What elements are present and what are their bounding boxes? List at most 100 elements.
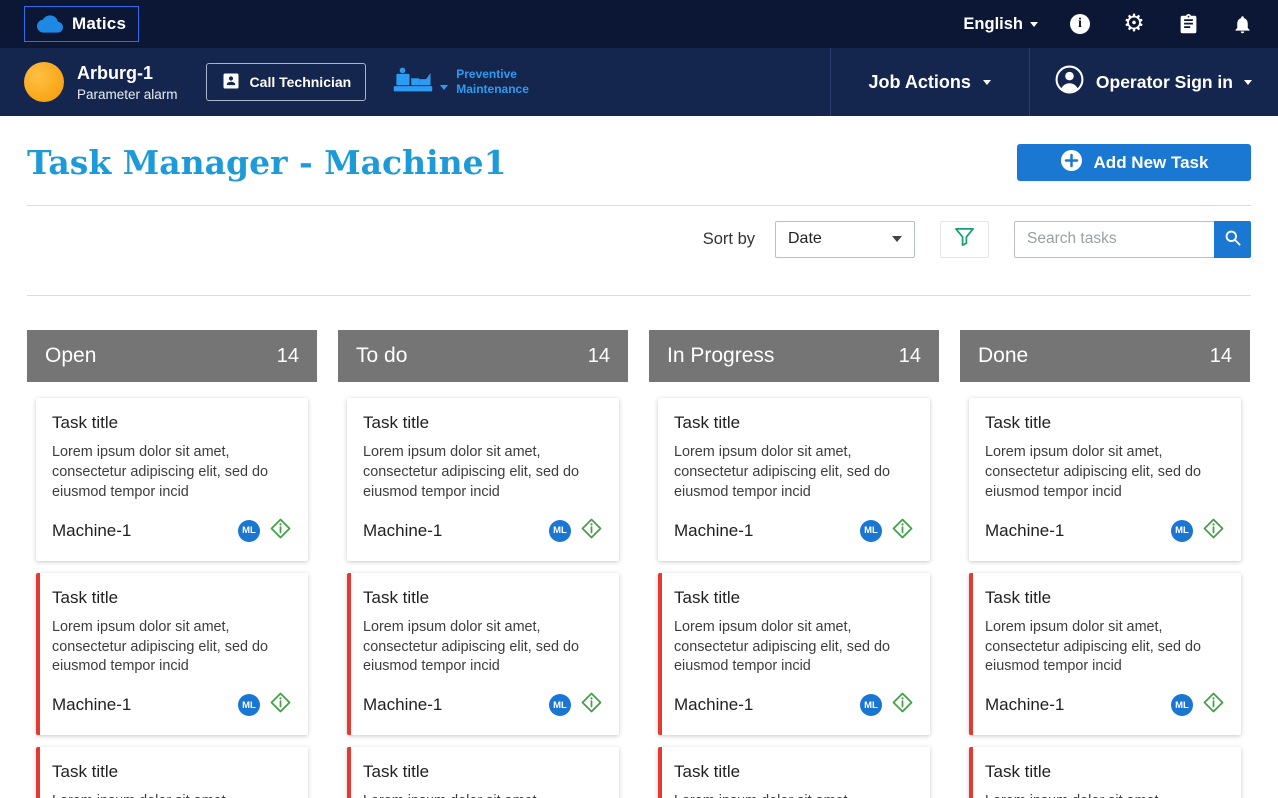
- diamond-info-icon[interactable]: [580, 517, 603, 545]
- column-header: Done 14: [960, 330, 1250, 382]
- task-card[interactable]: Task title Lorem ipsum dolor sit amet, c…: [36, 572, 308, 736]
- chevron-down-icon: [1030, 21, 1038, 27]
- add-new-task-button[interactable]: Add New Task: [1017, 144, 1251, 181]
- task-card[interactable]: Task title Lorem ipsum dolor sit amet, c…: [658, 572, 930, 736]
- task-title: Task title: [674, 413, 741, 432]
- task-machine: Machine-1: [52, 520, 132, 540]
- column-header: In Progress 14: [649, 330, 939, 382]
- task-machine: Machine-1: [985, 520, 1065, 540]
- task-description: Lorem ipsum dolor sit amet, consectetur …: [52, 618, 268, 675]
- sort-select[interactable]: Date: [775, 220, 915, 258]
- diamond-info-icon[interactable]: [891, 691, 914, 719]
- ml-badge: ML: [1171, 694, 1193, 717]
- preventive-maintenance-menu[interactable]: Preventive Maintenance: [392, 66, 548, 99]
- ml-badge: ML: [549, 694, 571, 717]
- task-description: Lorem ipsum dolor sit amet, consectetur …: [985, 792, 1225, 798]
- task-title: Task title: [52, 587, 119, 607]
- tasks-icon[interactable]: [1176, 12, 1200, 36]
- diamond-info-icon[interactable]: [891, 517, 914, 545]
- kanban-column: To do 14 Task title Lorem ipsum dolor si…: [338, 330, 628, 798]
- divider: [27, 295, 1251, 296]
- call-technician-label: Call Technician: [249, 74, 352, 90]
- task-title: Task title: [363, 762, 430, 782]
- cloud-icon: [37, 15, 63, 33]
- column-title: Open: [45, 344, 97, 367]
- task-card[interactable]: Task title Lorem ipsum dolor sit amet, c…: [658, 747, 930, 798]
- language-label: English: [963, 14, 1023, 33]
- column-count: 14: [587, 344, 610, 367]
- column-count: 14: [1209, 344, 1232, 367]
- task-machine: Machine-1: [363, 695, 443, 715]
- task-card[interactable]: Task title Lorem ipsum dolor sit amet, c…: [658, 398, 930, 561]
- ml-badge: ML: [1171, 519, 1193, 542]
- task-card[interactable]: Task title Lorem ipsum dolor sit amet, c…: [347, 398, 619, 561]
- task-title: Task title: [674, 762, 741, 782]
- search-button[interactable]: [1214, 220, 1251, 258]
- sort-select-value: Date: [788, 230, 822, 247]
- operator-icon: [1054, 64, 1085, 100]
- task-description: Lorem ipsum dolor sit amet, consectetur …: [985, 444, 1201, 500]
- job-actions-label: Job Actions: [868, 71, 971, 92]
- call-technician-button[interactable]: Call Technician: [205, 63, 367, 101]
- job-actions-menu[interactable]: Job Actions: [829, 48, 1030, 116]
- language-selector[interactable]: English: [963, 15, 1038, 34]
- task-description: Lorem ipsum dolor sit amet, consectetur …: [363, 618, 579, 675]
- operator-sign-in-label: Operator Sign in: [1095, 71, 1233, 92]
- task-title: Task title: [52, 762, 119, 782]
- filter-button[interactable]: [940, 220, 989, 258]
- funnel-icon: [953, 225, 976, 253]
- info-icon[interactable]: [1068, 12, 1092, 36]
- task-title: Task title: [363, 587, 430, 607]
- task-card[interactable]: Task title Lorem ipsum dolor sit amet, c…: [36, 747, 308, 798]
- plus-circle-icon: [1060, 149, 1083, 177]
- task-title: Task title: [674, 587, 741, 607]
- task-card[interactable]: Task title Lorem ipsum dolor sit amet, c…: [969, 747, 1241, 798]
- task-title: Task title: [985, 587, 1052, 607]
- task-card[interactable]: Task title Lorem ipsum dolor sit amet, c…: [347, 572, 619, 736]
- machine-status-avatar: [24, 62, 64, 102]
- ml-badge: ML: [860, 519, 882, 542]
- task-card[interactable]: Task title Lorem ipsum dolor sit amet, c…: [969, 398, 1241, 561]
- chevron-down-icon: [1244, 79, 1252, 85]
- task-card[interactable]: Task title Lorem ipsum dolor sit amet, c…: [969, 572, 1241, 736]
- machine-status: Parameter alarm: [77, 86, 178, 102]
- diamond-info-icon[interactable]: [1202, 517, 1225, 545]
- search-input[interactable]: [1014, 220, 1214, 258]
- task-card[interactable]: Task title Lorem ipsum dolor sit amet, c…: [36, 398, 308, 561]
- ml-badge: ML: [860, 694, 882, 717]
- column-count: 14: [276, 344, 299, 367]
- ml-badge: ML: [238, 519, 260, 542]
- column-body: Task title Lorem ipsum dolor sit amet, c…: [338, 382, 628, 798]
- diamond-info-icon[interactable]: [269, 517, 292, 545]
- machine-name: Arburg-1: [77, 62, 153, 83]
- technician-badge-icon: [221, 71, 241, 94]
- task-description: Lorem ipsum dolor sit amet, consectetur …: [52, 792, 292, 798]
- task-machine: Machine-1: [985, 695, 1065, 715]
- preventive-maintenance-label: Preventive Maintenance: [456, 67, 529, 96]
- task-card[interactable]: Task title Lorem ipsum dolor sit amet, c…: [347, 747, 619, 798]
- column-header: To do 14: [338, 330, 628, 382]
- task-title: Task title: [985, 413, 1052, 432]
- diamond-info-icon[interactable]: [580, 691, 603, 719]
- chevron-down-icon: [892, 236, 902, 242]
- task-title: Task title: [363, 413, 430, 432]
- diamond-info-icon[interactable]: [1202, 691, 1225, 719]
- task-description: Lorem ipsum dolor sit amet, consectetur …: [363, 792, 603, 798]
- column-count: 14: [898, 344, 921, 367]
- bell-icon[interactable]: [1230, 12, 1254, 36]
- operator-sign-in[interactable]: Operator Sign in: [1030, 48, 1278, 116]
- task-description: Lorem ipsum dolor sit amet, consectetur …: [674, 444, 890, 500]
- column-body: Task title Lorem ipsum dolor sit amet, c…: [27, 382, 317, 798]
- kanban-column: In Progress 14 Task title Lorem ipsum do…: [649, 330, 939, 798]
- diamond-info-icon[interactable]: [269, 691, 292, 719]
- add-new-task-label: Add New Task: [1093, 152, 1209, 172]
- kanban-column: Open 14 Task title Lorem ipsum dolor sit…: [27, 330, 317, 798]
- column-body: Task title Lorem ipsum dolor sit amet, c…: [960, 382, 1250, 798]
- column-header: Open 14: [27, 330, 317, 382]
- ml-badge: ML: [238, 694, 260, 717]
- gear-icon[interactable]: ⚙: [1122, 12, 1146, 36]
- chevron-down-icon: [982, 79, 991, 85]
- brand-logo[interactable]: Matics: [24, 6, 140, 42]
- task-title: Task title: [985, 762, 1052, 782]
- task-description: Lorem ipsum dolor sit amet, consectetur …: [674, 792, 914, 798]
